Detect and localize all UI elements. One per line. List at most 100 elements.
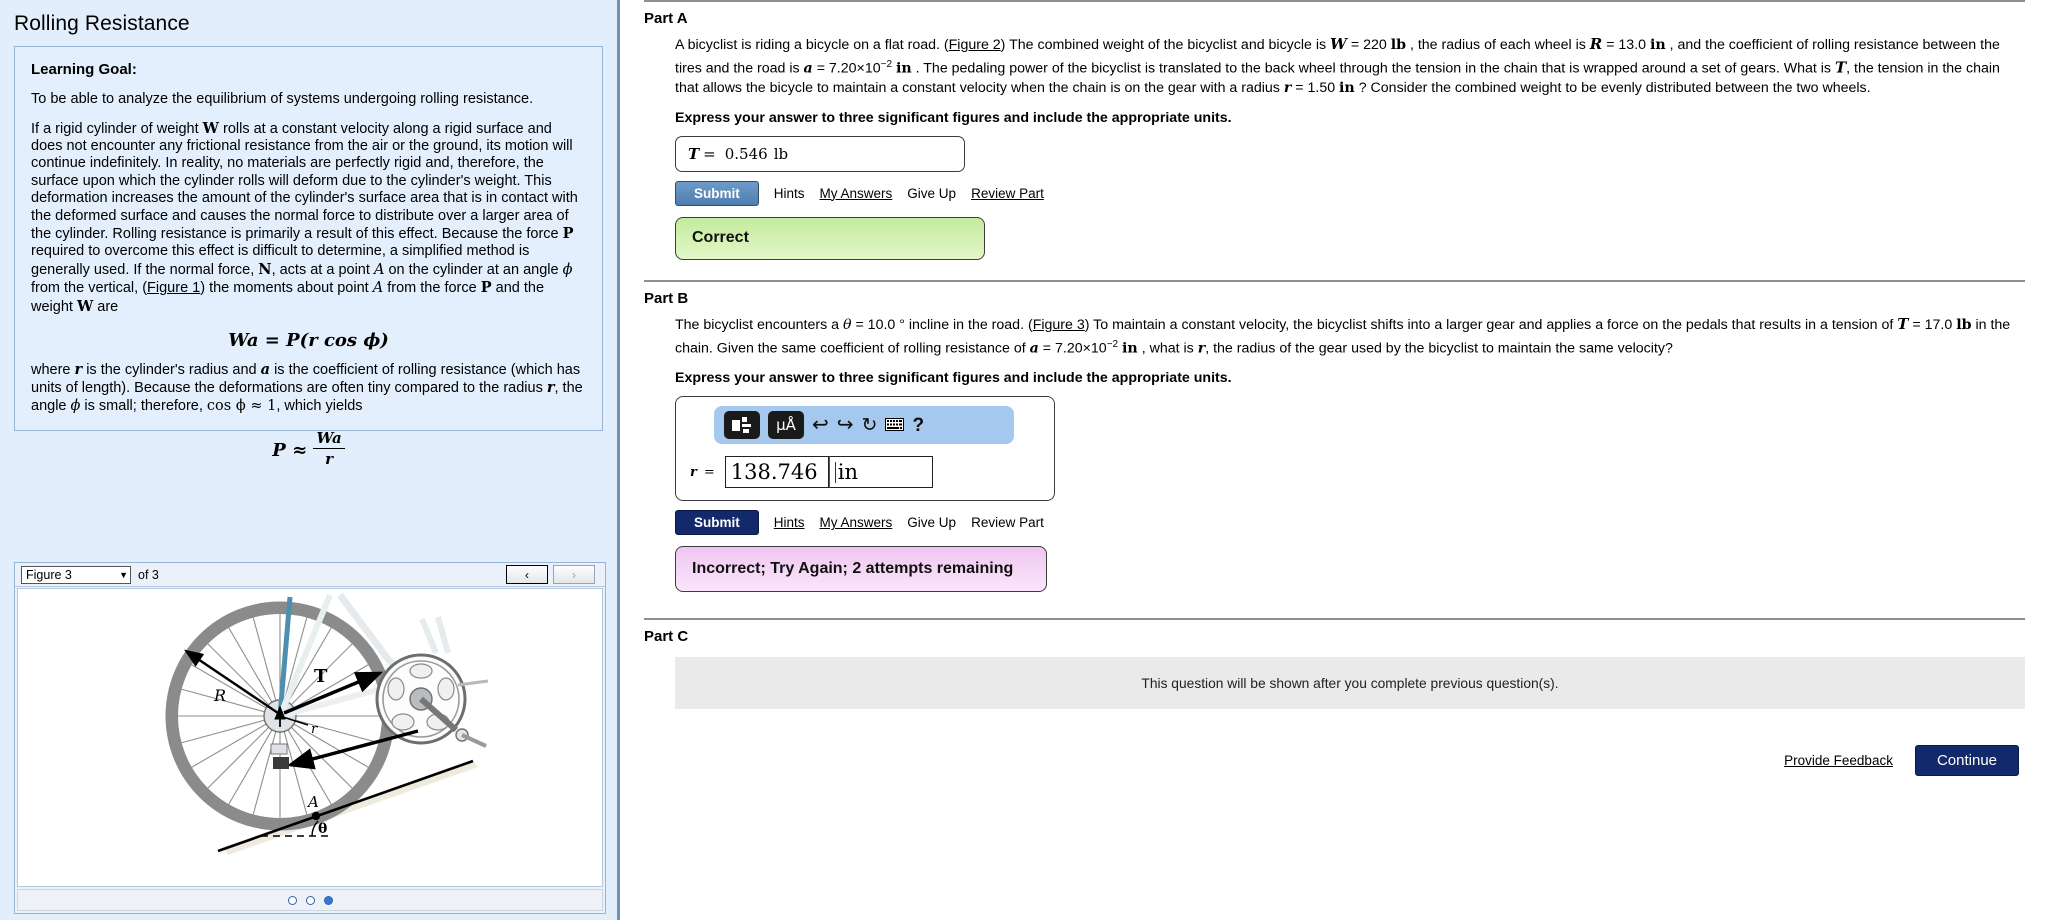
part-b-submit-button[interactable]: Submit <box>675 510 759 536</box>
text-frag: ) To maintain a constant velocity, the b… <box>1084 316 1898 333</box>
part-b-feedback-incorrect: Incorrect; Try Again; 2 attempts remaini… <box>675 546 1047 593</box>
symbol-theta: θ <box>842 316 852 333</box>
part-a-answer-value: 0.546 <box>724 144 768 163</box>
symbol-P: P <box>562 224 574 242</box>
question-parts-panel: Part A A bicyclist is riding a bicycle o… <box>623 0 2046 920</box>
symbol-A2: A <box>372 280 384 297</box>
math-template-icon[interactable] <box>724 411 760 440</box>
unit-in: in <box>1649 37 1666 53</box>
part-b-instruction: Express your answer to three significant… <box>675 370 1232 387</box>
part-a-answer-unit: lb <box>773 144 789 163</box>
figure-next-button[interactable]: › <box>553 565 595 584</box>
figure-label-r: r <box>311 722 318 737</box>
symbol-phi: ϕ <box>562 261 573 278</box>
part-b-unit-input[interactable]: in <box>828 456 933 489</box>
symbol-T: T <box>1897 314 1909 333</box>
part-a-my-answers-link[interactable]: My Answers <box>820 186 893 201</box>
equation-lhs: P ≈ <box>272 439 308 461</box>
symbol-phi2: ϕ <box>70 397 81 414</box>
text-frag: , the radius of the gear used by the bic… <box>1205 340 1673 357</box>
value-theta: = 10.0 ° <box>851 316 905 333</box>
part-b-input-row: r = 138.746 in <box>690 456 1044 489</box>
part-b-hints-link[interactable]: Hints <box>774 515 805 530</box>
figure-3-link[interactable]: Figure 3 <box>1033 317 1085 333</box>
text-frag: ) the moments about point <box>200 280 373 297</box>
part-a-answer-field[interactable]: T = 0.546 lb <box>675 135 965 172</box>
symbol-R: R <box>1589 35 1603 53</box>
part-b-actions: Submit Hints My Answers Give Up Review P… <box>675 510 2046 536</box>
text-frag: A bicyclist is riding a bicycle on a fla… <box>675 37 949 53</box>
symbol-a: a <box>1029 340 1039 357</box>
math-toolbar: μÅ ↩ ↪ ↻ ? <box>714 406 1014 445</box>
part-a-submit-button[interactable]: Submit <box>675 180 759 206</box>
text-frag: , which yields <box>276 397 363 414</box>
part-b-value-text: 138.746 <box>730 460 818 485</box>
figure-label-theta: θ <box>318 821 327 837</box>
figure-viewer: Figure 3 ▼ of 3 ‹ › R r T A θ <box>14 562 606 914</box>
symbol-W: W <box>1330 35 1347 53</box>
provide-feedback-link[interactable]: Provide Feedback <box>1784 753 1893 768</box>
part-a-give-up-link[interactable]: Give Up <box>907 186 956 201</box>
undo-icon[interactable]: ↩ <box>812 415 829 435</box>
divider-part-a <box>644 0 2025 2</box>
figure-image: R r T A θ <box>17 588 603 887</box>
part-b-answer-symbol: r <box>690 464 697 480</box>
reset-icon[interactable]: ↻ <box>862 416 878 435</box>
part-a-hints-link[interactable]: Hints <box>774 186 805 201</box>
fraction-numerator: Wa <box>313 429 345 450</box>
text-frag: is small; therefore, <box>80 397 207 414</box>
equation-moments: Wa = P(r cos ϕ) <box>228 329 389 351</box>
part-b-my-answers-link[interactable]: My Answers <box>820 515 893 530</box>
value-r: = 1.50 <box>1291 79 1340 96</box>
exponent-a: −2 <box>1106 338 1119 350</box>
figure-select-dropdown[interactable]: Figure 3 ▼ <box>21 565 131 584</box>
intro-paragraph-2: where r is the cylinder's radius and a i… <box>31 361 586 415</box>
units-icon[interactable]: μÅ <box>768 411 804 440</box>
figure-1-link[interactable]: Figure 1 <box>147 280 200 296</box>
part-b-give-up-link[interactable]: Give Up <box>907 515 956 530</box>
figure-dot-1[interactable] <box>287 895 297 905</box>
equation-P-approx: P ≈ Wa r <box>29 429 588 468</box>
chevron-left-icon: ‹ <box>525 567 529 582</box>
part-b-label: Part B <box>644 289 689 307</box>
symbol-a: a <box>803 60 813 77</box>
figure-prev-button[interactable]: ‹ <box>506 565 548 584</box>
template-glyph <box>732 417 751 434</box>
part-a-review-part-link[interactable]: Review Part <box>971 186 1044 201</box>
figure-2-link[interactable]: Figure 2 <box>949 37 1001 53</box>
figure-toolbar: Figure 3 ▼ of 3 ‹ › <box>15 563 605 587</box>
part-a-label: Part A <box>644 10 688 27</box>
text-frag: from the force <box>383 280 481 297</box>
text-frag: , acts at a point <box>271 261 374 278</box>
divider-part-b <box>644 279 2025 282</box>
problem-intro-panel: Rolling Resistance Learning Goal: To be … <box>0 0 620 920</box>
figure-dot-3[interactable] <box>323 895 333 905</box>
text-frag: from the vertical, ( <box>31 280 148 297</box>
redo-icon[interactable]: ↪ <box>837 415 854 435</box>
fraction-Wa-over-r: Wa r <box>313 429 345 469</box>
text-caret <box>834 461 836 483</box>
part-c-locked-notice: This question will be shown after you co… <box>675 657 2025 710</box>
unit-in-3: in <box>1339 79 1355 96</box>
part-b-review-part-link[interactable]: Review Part <box>971 515 1044 530</box>
symbol-A: A <box>373 261 385 278</box>
symbol-P2: P <box>480 279 492 297</box>
unit-in-2: in <box>895 60 912 77</box>
keyboard-icon[interactable] <box>885 417 905 434</box>
part-b-answer-equals: = <box>703 464 715 480</box>
value-a: = 7.20×10 <box>1038 340 1107 357</box>
text-frag: ) The combined weight of the bicyclist a… <box>1000 37 1331 53</box>
text-frag: where <box>31 361 75 378</box>
learning-goal-box: Learning Goal: To be able to analyze the… <box>14 46 603 468</box>
continue-button[interactable]: Continue <box>1914 745 2019 777</box>
value-R: = 13.0 <box>1602 37 1650 53</box>
figure-label-A: A <box>306 793 319 811</box>
fraction-denominator: r <box>325 450 334 469</box>
part-b-value-input[interactable]: 138.746 <box>724 456 829 489</box>
help-icon[interactable]: ? <box>912 416 924 435</box>
symbol-a: a <box>260 360 271 378</box>
figure-dot-2[interactable] <box>305 895 315 905</box>
page-title: Rolling Resistance <box>14 12 190 35</box>
text-frag: rolls at a constant velocity along a rig… <box>31 120 578 242</box>
unit-lb: lb <box>1956 316 1972 333</box>
